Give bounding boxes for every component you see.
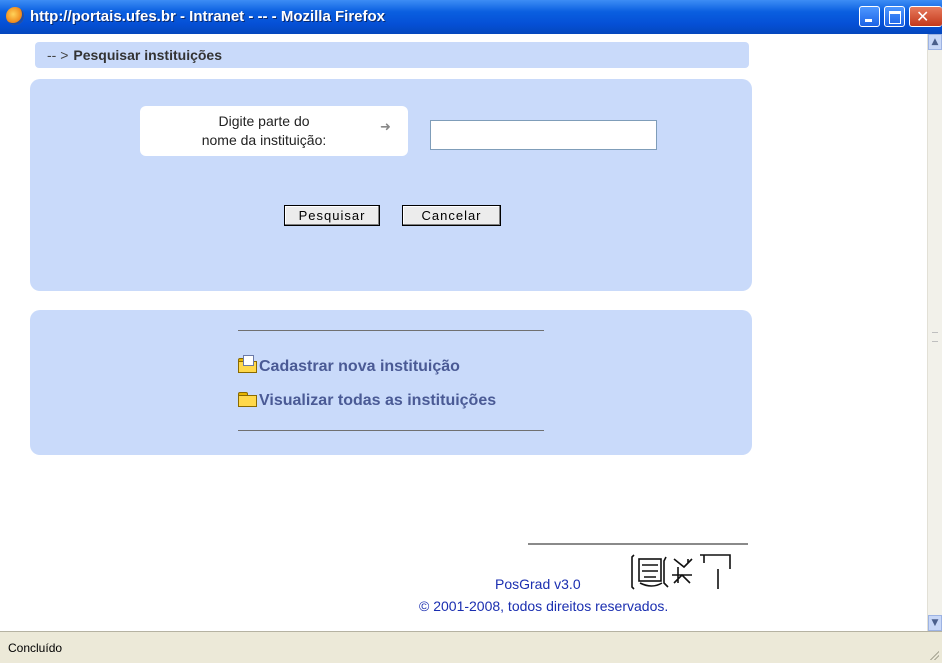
divider: [238, 430, 544, 431]
breadcrumb: -- > Pesquisar instituições: [35, 42, 749, 68]
scrollbar-grip: [932, 332, 938, 342]
window-title: http://portais.ufes.br - Intranet - -- -…: [30, 8, 385, 25]
folder-icon: [238, 392, 257, 407]
footer-copyright: © 2001-2008, todos direitos reservados.: [419, 598, 669, 614]
breadcrumb-prefix: -- >: [47, 47, 69, 63]
new-institution-link[interactable]: Cadastrar nova instituição: [238, 355, 460, 380]
search-label: Digite parte do nome da instituição:: [170, 112, 358, 150]
new-institution-label: Cadastrar nova instituição: [259, 358, 460, 375]
search-button[interactable]: Pesquisar: [284, 205, 380, 226]
resize-grip-icon[interactable]: [929, 650, 939, 660]
search-panel: Digite parte do nome da instituição: ➜ P…: [30, 79, 752, 291]
posgrad-logo: [631, 554, 731, 590]
footer-divider: [528, 543, 748, 545]
status-text: Concluído: [8, 641, 63, 655]
folder-new-icon: [238, 355, 257, 373]
view-all-label: Visualizar todas as instituições: [259, 392, 497, 409]
vertical-scrollbar[interactable]: ▲ ▼: [927, 34, 942, 631]
close-button[interactable]: [909, 6, 942, 27]
firefox-icon: [6, 7, 24, 25]
maximize-button[interactable]: [884, 6, 905, 27]
window-titlebar: http://portais.ufes.br - Intranet - -- -…: [0, 0, 942, 34]
cancel-button[interactable]: Cancelar: [402, 205, 501, 226]
scroll-up-icon[interactable]: ▲: [928, 34, 942, 50]
search-label-box: Digite parte do nome da instituição: ➜: [140, 106, 408, 156]
scroll-down-icon[interactable]: ▼: [928, 615, 942, 631]
divider: [238, 330, 544, 331]
view-all-link[interactable]: Visualizar todas as instituições: [238, 392, 496, 414]
search-label-line2: nome da instituição:: [201, 132, 327, 148]
footer-version: PosGrad v3.0: [495, 576, 581, 592]
arrow-right-icon: ➜: [380, 120, 391, 135]
institution-search-input[interactable]: [430, 120, 657, 150]
links-panel: Cadastrar nova instituição Visualizar to…: [30, 310, 752, 455]
status-bar: Concluído: [0, 631, 942, 663]
minimize-button[interactable]: [859, 6, 880, 27]
search-label-line1: Digite parte do: [218, 113, 310, 129]
page-title: Pesquisar instituições: [73, 47, 222, 63]
